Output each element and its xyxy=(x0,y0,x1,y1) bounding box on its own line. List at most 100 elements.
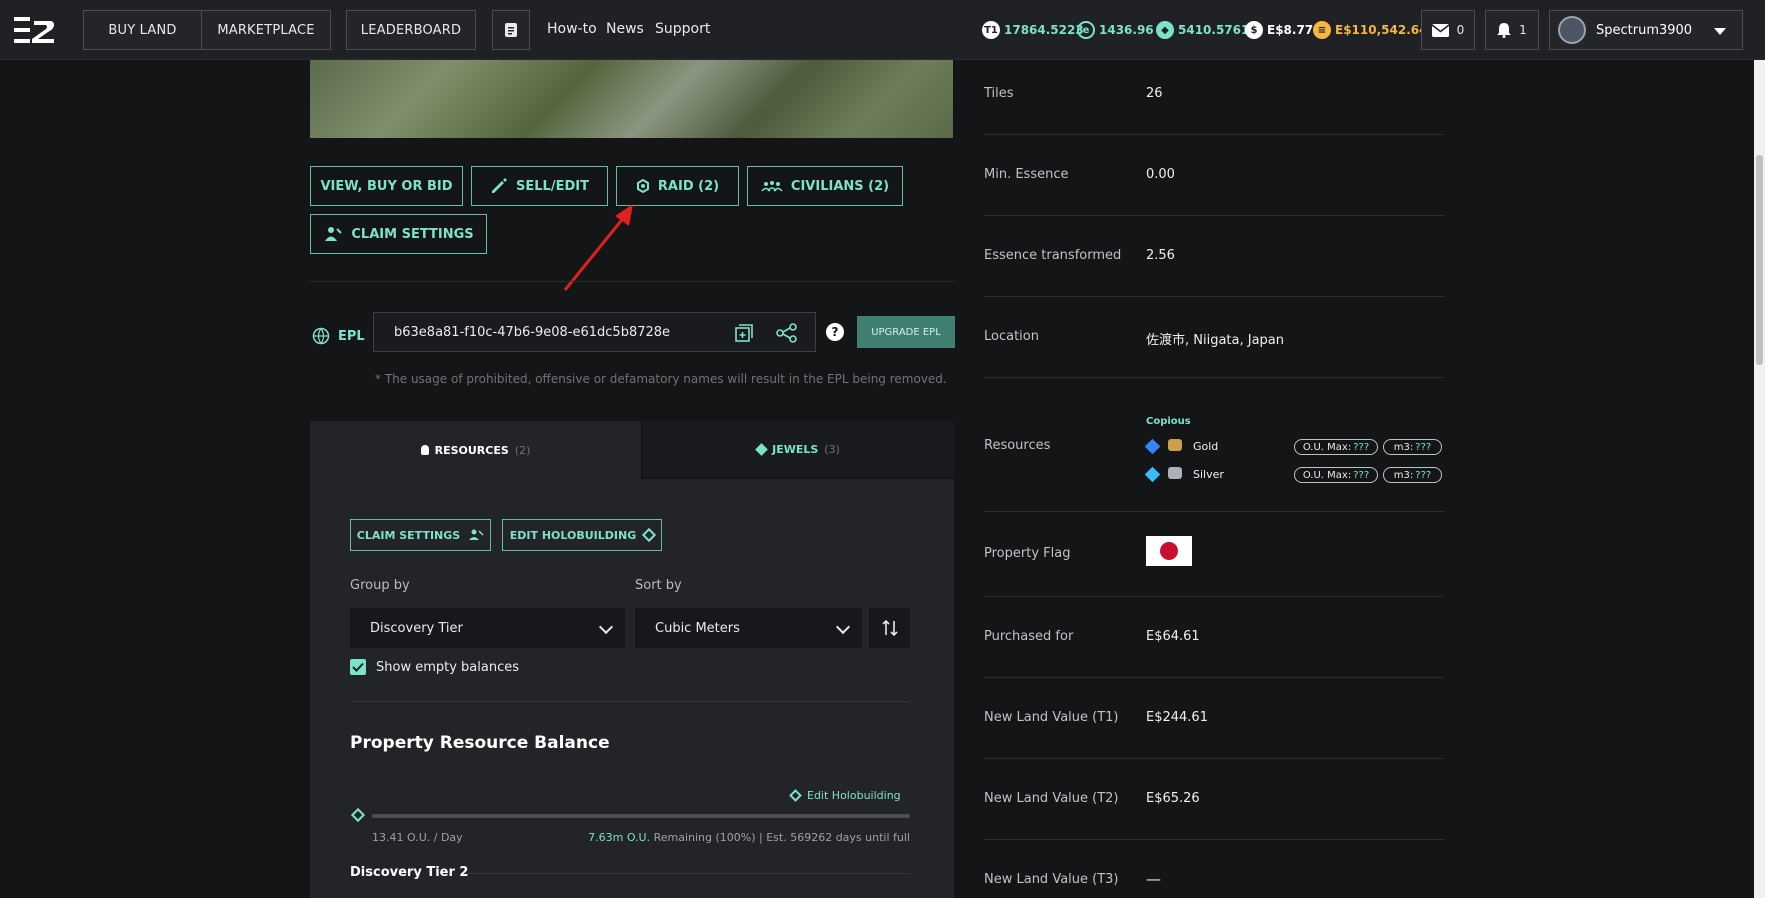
buy-land-button[interactable]: BUY LAND xyxy=(83,10,202,50)
edit-holobuilding-link[interactable]: Edit Holobuilding xyxy=(789,789,901,802)
notifications-count: 1 xyxy=(1519,23,1527,37)
notifications-button[interactable]: 1 xyxy=(1485,10,1539,50)
detail-row-flag: Property Flag xyxy=(984,512,1444,597)
rate-text: 13.41 O.U. / Day xyxy=(372,831,463,844)
nlv-t1-value: E$244.61 xyxy=(1146,710,1208,725)
edit-holobuilding-button[interactable]: EDIT HOLOBUILDING xyxy=(502,519,662,551)
marketplace-button[interactable]: MARKETPLACE xyxy=(201,10,331,50)
e2-logo[interactable] xyxy=(14,17,56,43)
red-annotation-arrow xyxy=(563,204,633,291)
help-icon[interactable]: ? xyxy=(826,323,844,341)
panel-claim-settings-button[interactable]: CLAIM SETTINGS xyxy=(350,519,491,551)
nlv-t1-label: New Land Value (T1) xyxy=(984,710,1119,725)
silver-m3-pill: m3:??? xyxy=(1383,467,1442,483)
page-scrollbar[interactable] xyxy=(1754,60,1765,898)
claim-icon xyxy=(325,227,343,241)
m3-value: ??? xyxy=(1415,441,1432,453)
user-menu[interactable]: Spectrum3900 xyxy=(1549,10,1743,50)
m3-label: m3: xyxy=(1393,469,1414,481)
sort-by-label: Sort by xyxy=(635,578,682,593)
ou-max-label: O.U. Max: xyxy=(1302,441,1352,453)
coin-icon: ≡ xyxy=(1313,21,1331,39)
scrollbar-thumb[interactable] xyxy=(1756,155,1763,365)
epl-label: EPL xyxy=(338,328,365,344)
gold-name: Gold xyxy=(1193,440,1219,453)
resources-tab-icon xyxy=(420,445,429,455)
leaderboard-button[interactable]: LEADERBOARD xyxy=(346,10,476,50)
panel-claim-settings-label: CLAIM SETTINGS xyxy=(356,528,461,542)
min-essence-value: 0.00 xyxy=(1146,167,1175,182)
location-value: 佐渡市, Niigata, Japan xyxy=(1146,333,1285,348)
view-buy-bid-label: VIEW, BUY OR BID xyxy=(320,178,453,194)
document-button[interactable] xyxy=(492,10,530,50)
raid-label: RAID (2) xyxy=(657,178,720,194)
remaining-rest: Remaining (100%) | Est. 569262 days unti… xyxy=(650,831,910,844)
balance-jewels[interactable]: ◆ 5410.5761 xyxy=(1156,19,1249,41)
checkmark-icon xyxy=(352,662,364,672)
balance-dollar[interactable]: $ E$8.77 xyxy=(1245,19,1313,41)
gem-icon xyxy=(1144,466,1161,483)
dollar-icon: $ xyxy=(1245,21,1263,39)
envelope-icon xyxy=(1431,23,1449,37)
tab-jewels[interactable]: JEWELS (3) xyxy=(641,421,954,479)
tab-resources-label: RESOURCES xyxy=(434,443,509,457)
view-buy-bid-button[interactable]: VIEW, BUY OR BID xyxy=(310,166,463,206)
purchased-value: E$64.61 xyxy=(1146,629,1200,644)
show-empty-label[interactable]: Show empty balances xyxy=(376,660,519,675)
sort-direction-button[interactable] xyxy=(869,608,910,648)
group-by-select[interactable]: Discovery Tier xyxy=(350,608,625,648)
detail-row-resources: Resources Copious Gold O.U. Max:??? m3:?… xyxy=(984,378,1444,512)
copy-icon[interactable] xyxy=(734,323,754,343)
detail-row-nlv-t1: New Land Value (T1) E$244.61 xyxy=(984,678,1444,759)
sell-edit-label: SELL/EDIT xyxy=(516,178,589,194)
support-link[interactable]: Support xyxy=(655,21,710,37)
section-divider xyxy=(310,281,954,282)
detail-row-location: Location 佐渡市, Niigata, Japan xyxy=(984,297,1444,378)
min-essence-label: Min. Essence xyxy=(984,167,1069,182)
chevron-down-icon xyxy=(598,619,614,635)
resource-group-label: Copious xyxy=(1146,416,1191,427)
how-to-link[interactable]: How-to xyxy=(547,21,597,37)
upgrade-epl-button[interactable]: UPGRADE EPL xyxy=(857,316,955,348)
nlv-t3-value: — xyxy=(1146,870,1161,888)
balance-value: 17864.5223 xyxy=(1004,23,1084,37)
raid-icon xyxy=(636,179,649,193)
claim-icon xyxy=(469,529,484,540)
resources-label: Resources xyxy=(984,438,1051,453)
group-by-label: Group by xyxy=(350,578,410,593)
civilians-button[interactable]: CIVILIANS (2) xyxy=(747,166,903,206)
ou-max-value: ??? xyxy=(1353,441,1370,453)
share-icon[interactable] xyxy=(776,323,798,343)
epl-field[interactable]: b63e8a81-f10c-47b6-9e08-e61dc5b8728e xyxy=(373,312,816,352)
sort-by-select[interactable]: Cubic Meters xyxy=(635,608,862,648)
location-label: Location xyxy=(984,329,1039,344)
messages-button[interactable]: 0 xyxy=(1421,10,1475,50)
gem-icon xyxy=(1144,438,1161,455)
gold-ou-max-pill: O.U. Max:??? xyxy=(1294,439,1378,455)
balance-gold[interactable]: ≡ E$110,542.64 xyxy=(1313,19,1427,41)
tab-resources[interactable]: RESOURCES (2) xyxy=(310,421,641,479)
show-empty-checkbox[interactable] xyxy=(350,659,366,675)
holobuilding-icon xyxy=(642,527,657,543)
silver-ou-max-pill: O.U. Max:??? xyxy=(1294,467,1378,483)
balance-essence[interactable]: e 1436.96 xyxy=(1077,19,1154,41)
essence-icon: e xyxy=(1077,21,1095,39)
epl-value[interactable]: b63e8a81-f10c-47b6-9e08-e61dc5b8728e xyxy=(394,325,670,340)
claim-settings-button[interactable]: CLAIM SETTINGS xyxy=(310,214,487,254)
flag-circle xyxy=(1160,542,1178,560)
tab-resources-count: (2) xyxy=(514,443,531,457)
essence-transformed-label: Essence transformed xyxy=(984,248,1122,263)
messages-count: 0 xyxy=(1456,23,1465,37)
tab-jewels-label: JEWELS xyxy=(772,442,819,456)
edit-holobuilding-link-label: Edit Holobuilding xyxy=(807,789,901,802)
civilians-label: CIVILIANS (2) xyxy=(790,178,890,194)
sort-by-value: Cubic Meters xyxy=(655,620,740,636)
balance-title: Property Resource Balance xyxy=(350,733,610,753)
silver-name: Silver xyxy=(1193,468,1224,481)
balance-essence-t1[interactable]: T1 17864.5223 xyxy=(982,19,1084,41)
detail-row-tiles: Tiles 26 xyxy=(984,60,1444,135)
nlv-t2-label: New Land Value (T2) xyxy=(984,791,1119,806)
detail-row-purchased: Purchased for E$64.61 xyxy=(984,597,1444,678)
remaining-value: 7.63m O.U. xyxy=(588,831,651,844)
news-link[interactable]: News xyxy=(606,21,644,37)
